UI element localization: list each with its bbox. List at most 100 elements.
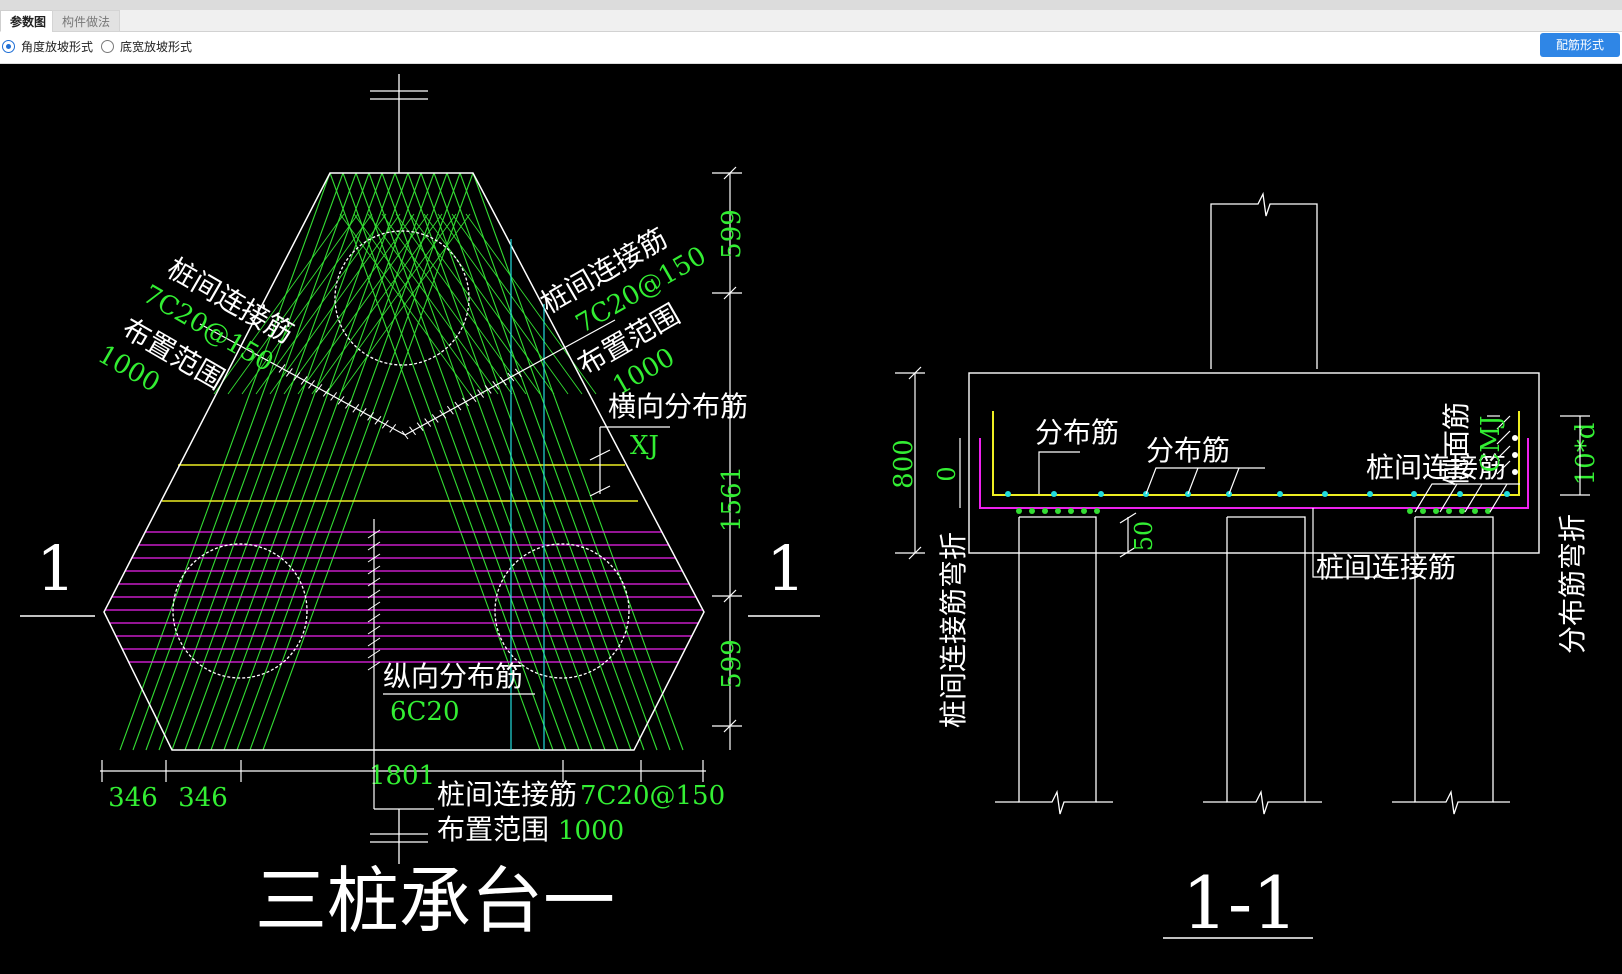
pile-middle [1226, 516, 1306, 815]
slope-angle-radio[interactable] [2, 39, 15, 53]
cyan-rebar-dot [1411, 491, 1417, 497]
green-rebar-dot [1446, 508, 1452, 514]
window-top-strip [0, 0, 1622, 10]
cyan-rebar-dot [1322, 491, 1328, 497]
green-rebar-dot [1029, 508, 1035, 514]
leader-tick [462, 397, 469, 407]
leader-tick [499, 376, 507, 386]
cyan-rebar-dot [1005, 491, 1011, 497]
leader-tick [381, 420, 389, 429]
slope-width-option[interactable]: 底宽放坡形式 [101, 36, 192, 56]
side-rebar-dot [1512, 452, 1518, 458]
cyan-rebar-dot [1367, 491, 1373, 497]
leader-tick [446, 405, 454, 415]
tab-component-method[interactable]: 构件做法 [52, 10, 121, 32]
diagonal-rebar [197, 172, 409, 751]
cyan-rebar-dot [1098, 491, 1104, 497]
transverse-value: XJ [630, 431, 659, 461]
green-rebar-dot [1472, 508, 1478, 514]
crosshatch-rebar [423, 213, 555, 395]
section-label-bend: 10*d [1571, 423, 1601, 486]
leader-tick [409, 426, 416, 436]
side-rebar-dot [1512, 469, 1518, 475]
crosshatch-rebar [381, 213, 513, 395]
leader-tick [424, 418, 432, 427]
section-label-side-bar: 侧面筋 [1440, 402, 1473, 486]
bottom-value-2: 1000 [558, 816, 624, 846]
slope-width-label: 底宽放坡形式 [120, 39, 193, 54]
longitudinal-value: 6C20 [390, 697, 460, 727]
green-rebar-dot [1420, 508, 1426, 514]
leader-tick [454, 401, 462, 411]
section-dim-zero: 0 [933, 466, 961, 481]
cyan-rebar-dot [1277, 491, 1283, 497]
tab-bar: 参数图 构件做法 [0, 0, 1622, 32]
bottom-label-2: 布置范围 [437, 813, 549, 846]
horizontal-rebar-magenta [105, 531, 703, 663]
longitudinal-label: 纵向分布筋 [383, 660, 523, 693]
leader-tick [469, 393, 477, 403]
slope-angle-option[interactable]: 角度放坡形式 [2, 36, 93, 56]
leader-tick [352, 404, 360, 413]
green-rebar-dot [1068, 508, 1074, 514]
leader-tick [374, 416, 382, 425]
section-mark-left: 1 [36, 532, 75, 605]
green-rebar-dot [1433, 508, 1439, 514]
pile-left [1018, 516, 1097, 815]
plan-view: 1 1 桩间连接筋 7C20@150 布置范围 1000 桩间连接筋 7C20@… [20, 74, 820, 943]
section-label-distribution-2: 分布筋 [1146, 434, 1230, 467]
crosshatch-rebar [395, 213, 527, 395]
diagonal-rebar [171, 172, 383, 751]
section-label-distribution-1: 分布筋 [1035, 416, 1119, 449]
dist-leader-2 [1145, 467, 1265, 495]
dim-bottom: 599 [717, 639, 747, 689]
section-label-pile-link-bottom: 桩间连接筋 [1316, 551, 1456, 584]
dist-leader-4 [1228, 467, 1240, 495]
green-rebar-dot [1407, 508, 1413, 514]
green-rebar-dot [1081, 508, 1087, 514]
side-rebar-dot [1512, 435, 1518, 441]
green-rebar-dot [1042, 508, 1048, 514]
section-label-left-vertical: 桩间连接筋弯折 [937, 532, 970, 728]
bottom-value-1: 7C20@150 [580, 781, 725, 811]
dim-width: 1801 [369, 761, 435, 791]
section-title: 1-1 [1182, 861, 1298, 945]
column-outline [1210, 191, 1318, 369]
diagonal-rebar [119, 172, 331, 751]
leader-tick [330, 392, 338, 401]
section-label-side-value: CMJ [1476, 416, 1506, 473]
section-view: 分布筋 分布筋 桩间连接筋 桩间连接筋 侧面筋 CMJ 10*d 桩间连接筋弯折… [889, 191, 1601, 945]
drawing-canvas[interactable]: 1 1 桩间连接筋 7C20@150 布置范围 1000 桩间连接筋 7C20@… [0, 64, 1622, 974]
leader-tick [308, 380, 315, 389]
leader-tick [477, 389, 485, 398]
section-dim-height: 800 [889, 439, 919, 489]
cad-drawing: 1 1 桩间连接筋 7C20@150 布置范围 1000 桩间连接筋 7C20@… [20, 74, 1601, 945]
section-dim-cover: 50 [1130, 521, 1158, 552]
plan-title: 三桩承台一 [255, 859, 615, 943]
dim-top: 599 [717, 209, 747, 259]
dim-middle: 1561 [717, 466, 747, 532]
tab-parameter-diagram[interactable]: 参数图 [0, 10, 57, 32]
leader-tick [389, 424, 397, 433]
section-label-right-vertical: 分布筋弯折 [1556, 514, 1589, 654]
cyan-rebar-dot [1457, 491, 1463, 497]
slope-width-radio[interactable] [101, 39, 114, 53]
option-bar: 角度放坡形式 底宽放坡形式 配筋形式 [0, 32, 1622, 64]
green-rebar-dot [1094, 508, 1100, 514]
dist-leader-3 [1187, 467, 1199, 495]
green-rebar-dot [1459, 508, 1465, 514]
cyan-rebar-dot [1504, 491, 1510, 497]
cyan-rebar-dot [1051, 491, 1057, 497]
crosshatch-rebar [269, 213, 401, 395]
crosshatch-rebar [283, 213, 415, 395]
green-rebar-dot [1055, 508, 1061, 514]
section-mark-right: 1 [766, 532, 805, 605]
dist-leader-1 [1038, 451, 1080, 494]
green-rebar-dot [1016, 508, 1022, 514]
dim-left-2: 346 [178, 783, 228, 813]
slope-angle-label: 角度放坡形式 [21, 39, 94, 54]
leader-tick [401, 430, 409, 440]
diagonal-rebar [184, 172, 396, 751]
rebar-form-button[interactable]: 配筋形式 [1540, 33, 1620, 57]
bottom-label-1: 桩间连接筋 [437, 778, 577, 811]
